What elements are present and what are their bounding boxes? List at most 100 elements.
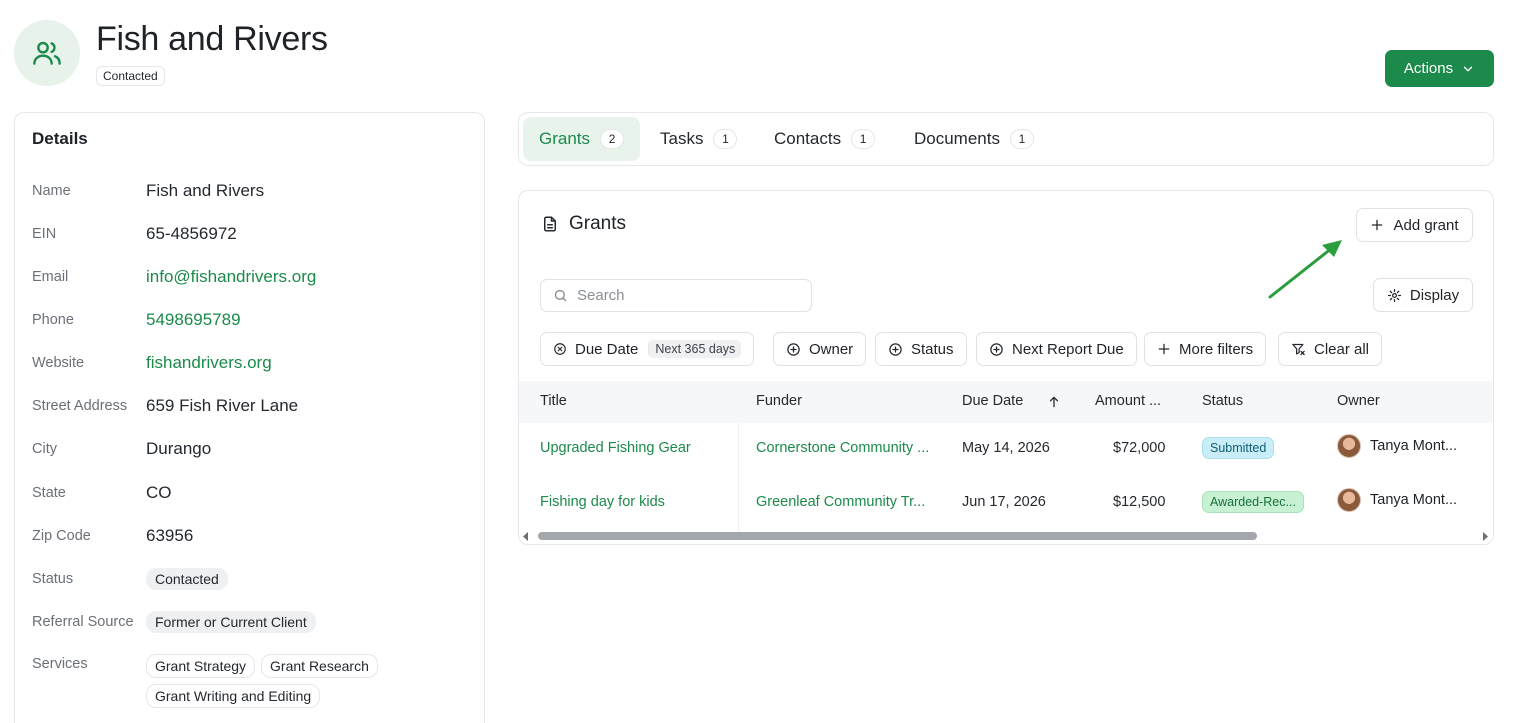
detail-label: Services [32, 656, 88, 672]
plus-icon [1158, 343, 1170, 355]
detail-row-website: Website fishandrivers.org [32, 348, 472, 378]
filter-label: Status [911, 340, 954, 358]
tab-count: 1 [713, 129, 738, 149]
column-due-date[interactable]: Due Date [962, 393, 1023, 409]
email-link[interactable]: info@fishandrivers.org [146, 267, 316, 287]
detail-value: Durango [146, 439, 212, 458]
clear-all-button[interactable]: Clear all [1278, 332, 1383, 366]
grants-heading: Grants [541, 213, 626, 235]
tab-contacts[interactable]: Contacts 1 [758, 117, 891, 161]
filter-label: Clear all [1314, 340, 1370, 358]
status-badge: Awarded-Rec... [1202, 491, 1304, 513]
tab-tasks[interactable]: Tasks 1 [644, 117, 753, 161]
filter-label: Next Report Due [1012, 340, 1124, 358]
grant-title-link[interactable]: Fishing day for kids [540, 494, 665, 510]
search-input[interactable] [577, 287, 797, 304]
table-row[interactable]: Fishing day for kids Greenleaf Community… [519, 477, 1493, 531]
plus-circle-icon [889, 342, 902, 356]
detail-label: Status [32, 571, 74, 587]
service-chip: Grant Writing and Editing [146, 684, 321, 708]
tab-count: 1 [851, 129, 876, 149]
scroll-right-icon[interactable] [1481, 532, 1489, 541]
amount-cell: $12,500 [1113, 494, 1166, 510]
users-icon [33, 41, 61, 65]
detail-label: City [32, 441, 57, 457]
detail-row-city: City Durango [32, 434, 472, 464]
chevron-down-icon [1463, 66, 1473, 71]
filter-due-date[interactable]: Due Date Next 365 days [540, 332, 755, 366]
remove-filter-icon [554, 343, 566, 355]
table-row[interactable]: Upgraded Fishing Gear Cornerstone Commun… [519, 423, 1493, 477]
owner-name: Tanya Mont... [1370, 492, 1458, 508]
detail-value: 65-4856972 [146, 224, 237, 243]
tab-documents[interactable]: Documents 1 [898, 117, 1050, 161]
filter-status[interactable]: Status [875, 332, 967, 366]
display-button[interactable]: Display [1373, 278, 1473, 312]
detail-value: 659 Fish River Lane [146, 396, 299, 415]
owner-cell: Tanya Mont... [1337, 434, 1457, 458]
plus-circle-icon [990, 342, 1003, 356]
more-filters-button[interactable]: More filters [1144, 332, 1267, 366]
filter-label: Owner [809, 340, 854, 358]
avatar [1337, 434, 1361, 458]
plus-icon [1372, 219, 1383, 231]
detail-label: EIN [32, 226, 57, 242]
status-chip: Contacted [146, 568, 228, 590]
column-title[interactable]: Title [540, 393, 567, 409]
filter-value: Next 365 days [648, 340, 742, 358]
detail-row-state: State CO [32, 478, 472, 508]
service-chip: Grant Research [261, 654, 378, 678]
grants-title: Grants [569, 213, 627, 234]
grant-title-link[interactable]: Upgraded Fishing Gear [540, 440, 691, 456]
detail-row-zip-code: Zip Code 63956 [32, 521, 472, 551]
actions-button-label: Actions [1403, 60, 1454, 77]
tab-bar: Grants 2 Tasks 1 Contacts 1 Documents 1 [518, 112, 1494, 166]
detail-label: Referral Source [32, 614, 134, 630]
status-badge: Submitted [1202, 437, 1275, 459]
service-chip: Grant Strategy [146, 654, 256, 678]
website-link[interactable]: fishandrivers.org [146, 353, 272, 373]
detail-label: Name [32, 183, 71, 199]
detail-row-referral-source: Referral Source Former or Current Client [32, 607, 472, 637]
status-badge: Contacted [96, 66, 165, 86]
detail-row-email: Email info@fishandrivers.org [32, 262, 472, 292]
funder-link[interactable]: Cornerstone Community ... [756, 440, 934, 456]
column-amount[interactable]: Amount ... [1095, 393, 1161, 409]
detail-row-ein: EIN 65-4856972 [32, 219, 472, 249]
due-date-cell: May 14, 2026 [962, 440, 1050, 456]
scrollbar-thumb[interactable] [538, 532, 1257, 540]
avatar [1337, 488, 1361, 512]
tab-count: 2 [600, 129, 625, 149]
detail-row-street-address: Street Address 659 Fish River Lane [32, 391, 472, 421]
display-label: Display [1409, 286, 1460, 304]
filter-owner[interactable]: Owner [773, 332, 867, 366]
page-title: Fish and Rivers [96, 20, 328, 58]
filter-next-report-due[interactable]: Next Report Due [976, 332, 1137, 366]
detail-row-phone: Phone 5498695789 [32, 305, 472, 335]
document-icon [544, 216, 556, 232]
column-status[interactable]: Status [1202, 393, 1243, 409]
referral-source-chip: Former or Current Client [146, 611, 316, 633]
add-grant-label: Add grant [1393, 216, 1459, 234]
detail-label: Zip Code [32, 528, 91, 544]
horizontal-scrollbar[interactable] [519, 529, 1493, 543]
add-grant-button[interactable]: Add grant [1356, 208, 1473, 242]
clear-filter-icon [1292, 343, 1305, 355]
scroll-left-icon[interactable] [522, 532, 530, 541]
organization-avatar [14, 20, 80, 86]
services-list: Grant Strategy Grant Research Grant Writi… [146, 650, 466, 714]
phone-link[interactable]: 5498695789 [146, 310, 241, 330]
detail-value: CO [146, 483, 172, 502]
sort-ascending-icon[interactable] [1047, 394, 1061, 410]
detail-value: Fish and Rivers [146, 181, 265, 200]
search-icon [554, 289, 567, 302]
funder-link[interactable]: Greenleaf Community Tr... [756, 494, 926, 510]
actions-button[interactable]: Actions [1385, 50, 1494, 87]
column-owner[interactable]: Owner [1337, 393, 1380, 409]
filter-label: More filters [1179, 340, 1254, 358]
detail-value: 63956 [146, 526, 194, 545]
search-box [540, 279, 812, 312]
tab-grants[interactable]: Grants 2 [523, 117, 641, 161]
column-funder[interactable]: Funder [756, 393, 802, 409]
owner-name: Tanya Mont... [1370, 438, 1458, 454]
